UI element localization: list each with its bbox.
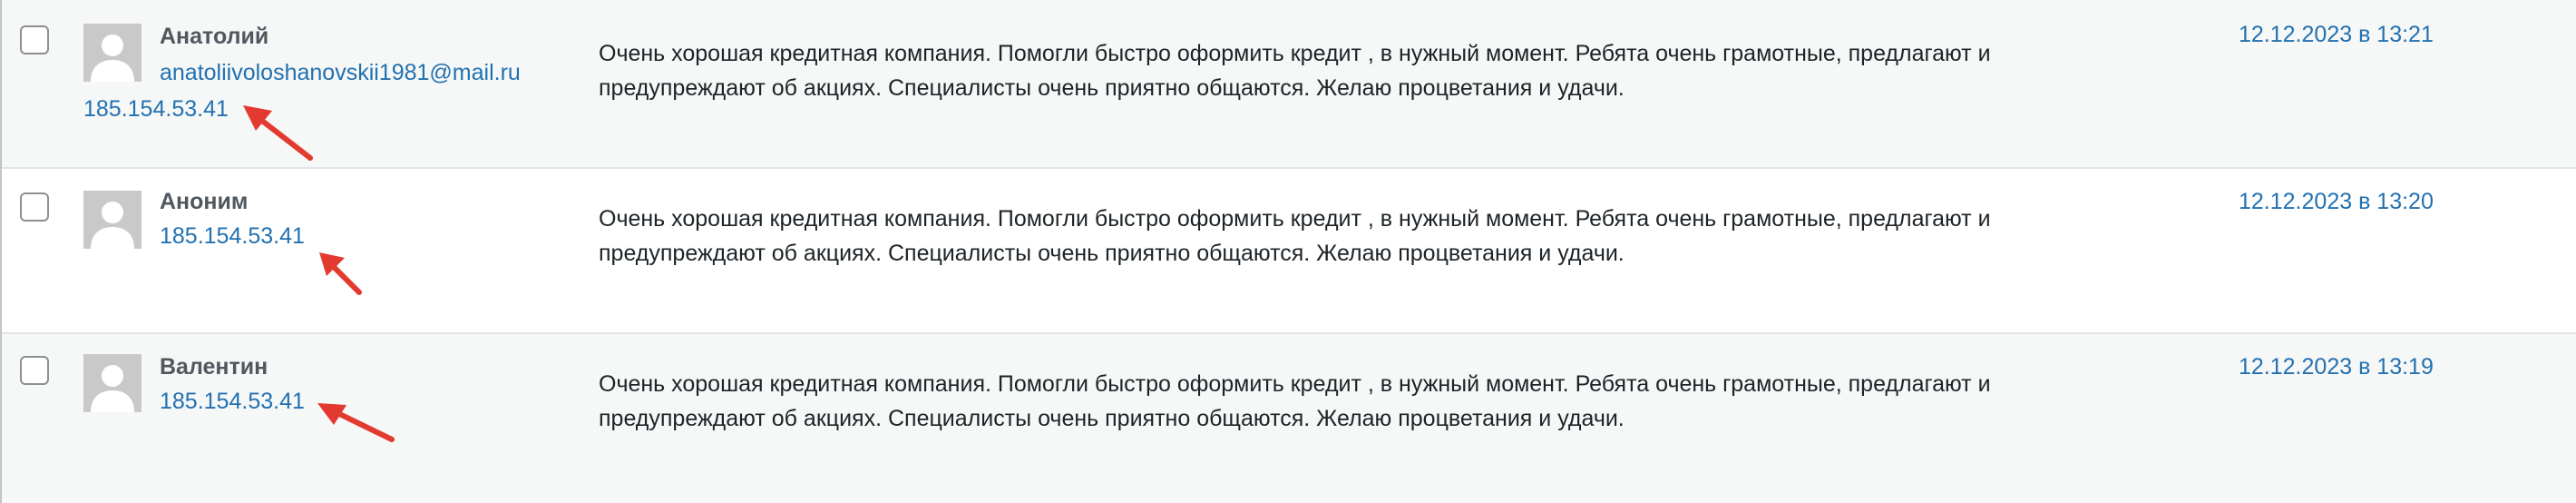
author-ip-link[interactable]: 185.154.53.41 bbox=[160, 223, 305, 250]
avatar bbox=[83, 24, 141, 82]
comment-date-link[interactable]: 12.12.2023 в 13:20 bbox=[2239, 189, 2434, 215]
author-name: Аноним bbox=[160, 189, 249, 214]
comment-line: Очень хорошая кредитная компания. Помогл… bbox=[599, 206, 1991, 232]
author-name: Валентин bbox=[160, 354, 268, 380]
avatar bbox=[83, 354, 141, 412]
comment-date-link[interactable]: 12.12.2023 в 13:19 bbox=[2239, 354, 2434, 380]
comment-line: Очень хорошая кредитная компания. Помогл… bbox=[599, 371, 1991, 397]
row-checkbox[interactable] bbox=[20, 192, 49, 222]
default-avatar-icon bbox=[91, 202, 134, 249]
comment-line: предупреждают об акциях. Специалисты оче… bbox=[599, 406, 1625, 431]
comment-line: предупреждают об акциях. Специалисты оче… bbox=[599, 241, 1625, 266]
row-checkbox[interactable] bbox=[20, 25, 49, 54]
comment-line: предупреждают об акциях. Специалисты оче… bbox=[599, 75, 1625, 101]
comment-text: Очень хорошая кредитная компания. Помогл… bbox=[599, 367, 2159, 436]
comment-row: Аноним 185.154.53.41 Очень хорошая креди… bbox=[2, 169, 2576, 334]
avatar bbox=[83, 191, 141, 249]
default-avatar-icon bbox=[91, 365, 134, 412]
comment-row: Анатолий anatoliivoloshanovskii1981@mail… bbox=[2, 0, 2576, 169]
comment-row: Валентин 185.154.53.41 Очень хорошая кре… bbox=[2, 334, 2576, 503]
red-arrow-annotation bbox=[317, 403, 395, 442]
comment-line: Очень хорошая кредитная компания. Помогл… bbox=[599, 41, 1991, 66]
red-arrow-annotation bbox=[319, 252, 362, 295]
comment-text: Очень хорошая кредитная компания. Помогл… bbox=[599, 202, 2159, 271]
default-avatar-icon bbox=[91, 35, 134, 82]
comments-table: Анатолий anatoliivoloshanovskii1981@mail… bbox=[0, 0, 2576, 503]
author-ip-link[interactable]: 185.154.53.41 bbox=[160, 389, 305, 415]
comment-text: Очень хорошая кредитная компания. Помогл… bbox=[599, 36, 2159, 105]
row-checkbox[interactable] bbox=[20, 356, 49, 385]
red-arrow-annotation bbox=[243, 105, 313, 161]
author-ip-link[interactable]: 185.154.53.41 bbox=[83, 96, 229, 123]
author-email-link[interactable]: anatoliivoloshanovskii1981@mail.ru bbox=[160, 60, 521, 86]
author-name: Анатолий bbox=[160, 24, 269, 49]
comment-date-link[interactable]: 12.12.2023 в 13:21 bbox=[2239, 22, 2434, 48]
